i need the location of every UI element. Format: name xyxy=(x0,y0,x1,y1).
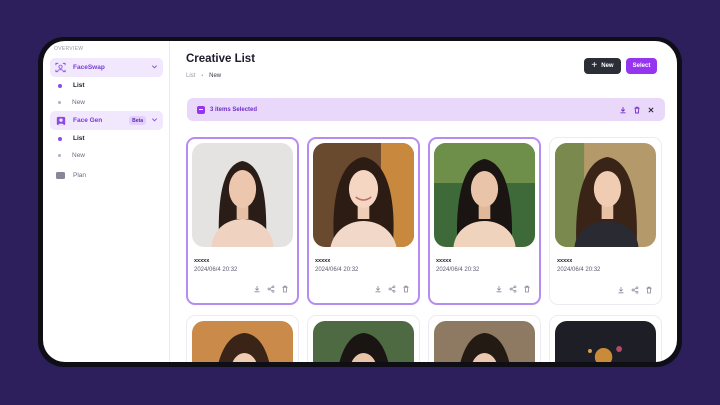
card-actions xyxy=(374,285,410,293)
card-title: xxxxx xyxy=(436,258,452,264)
beta-badge: Beta xyxy=(129,116,146,125)
creative-card[interactable] xyxy=(428,315,541,362)
download-icon[interactable] xyxy=(617,286,625,294)
creative-card[interactable]: xxxxx 2024/06/4 20:32 xyxy=(186,137,299,305)
deselect-checkbox[interactable] xyxy=(197,105,205,114)
main-content: Creative List List • New + New Select 3 … xyxy=(170,41,677,362)
sidebar-group-label: FaceSwap xyxy=(73,64,105,71)
chevron-down-icon[interactable] xyxy=(151,63,158,72)
card-title: xxxxx xyxy=(315,258,331,264)
share-icon[interactable] xyxy=(267,285,275,293)
creative-card[interactable]: xxxxx 2024/06/4 20:32 xyxy=(549,137,662,305)
sidebar-item-facegen-list[interactable]: List xyxy=(43,130,169,147)
sidebar-item-plan[interactable]: Plan xyxy=(43,166,169,184)
trash-icon[interactable] xyxy=(402,285,410,293)
artwork-image xyxy=(555,321,656,362)
sidebar-group-facegen[interactable]: Face Gen Beta xyxy=(50,111,163,130)
selection-bar: 3 items Selected xyxy=(187,98,665,121)
download-icon[interactable] xyxy=(253,285,261,293)
sidebar-item-label: New xyxy=(72,99,86,106)
sidebar: OVERVIEW FaceSwap List New Face Gen Beta… xyxy=(43,41,170,362)
sidebar-item-label: Plan xyxy=(73,171,87,179)
share-icon[interactable] xyxy=(509,285,517,293)
card-title: xxxxx xyxy=(194,258,210,264)
card-date: 2024/06/4 20:32 xyxy=(315,267,359,273)
chevron-down-icon[interactable] xyxy=(151,116,158,125)
active-dot-icon xyxy=(58,136,62,141)
close-icon[interactable] xyxy=(647,106,655,114)
wallet-icon xyxy=(56,171,65,179)
portrait-image xyxy=(313,143,414,247)
active-dot-icon xyxy=(58,83,62,88)
card-actions xyxy=(617,286,653,294)
creative-card[interactable]: xxxxx 2024/06/4 20:32 xyxy=(428,137,541,305)
creative-card[interactable] xyxy=(307,315,420,362)
card-date: 2024/06/4 20:32 xyxy=(557,267,601,273)
portrait-image xyxy=(434,143,535,247)
trash-icon[interactable] xyxy=(523,285,531,293)
portrait-image xyxy=(434,321,535,362)
header-actions: + New Select xyxy=(584,58,657,74)
download-icon[interactable] xyxy=(619,106,627,114)
trash-icon[interactable] xyxy=(281,285,289,293)
plus-icon: + xyxy=(591,60,598,71)
sidebar-item-label: List xyxy=(73,82,85,89)
selection-count: 3 items Selected xyxy=(210,106,258,113)
trash-icon[interactable] xyxy=(645,286,653,294)
new-button-label: New xyxy=(601,63,614,69)
portrait-image xyxy=(192,143,293,247)
card-date: 2024/06/4 20:32 xyxy=(194,267,238,273)
sidebar-item-facegen-new[interactable]: New xyxy=(43,147,169,164)
sidebar-group-faceswap[interactable]: FaceSwap xyxy=(50,58,163,77)
sidebar-group-label: Face Gen xyxy=(73,117,103,124)
select-button-label: Select xyxy=(632,63,651,69)
portrait-icon xyxy=(55,115,66,126)
breadcrumb-item-list[interactable]: List xyxy=(186,73,195,79)
creative-card[interactable]: xxxxx 2024/06/4 20:32 xyxy=(307,137,420,305)
download-icon[interactable] xyxy=(495,285,503,293)
select-button[interactable]: Select xyxy=(626,58,657,74)
share-icon[interactable] xyxy=(388,285,396,293)
card-actions xyxy=(495,285,531,293)
new-button[interactable]: + New xyxy=(584,58,621,74)
share-icon[interactable] xyxy=(631,286,639,294)
breadcrumb-item-current: New xyxy=(209,73,222,79)
download-icon[interactable] xyxy=(374,285,382,293)
card-date: 2024/06/4 20:32 xyxy=(436,267,480,273)
sidebar-item-faceswap-new[interactable]: New xyxy=(43,94,169,111)
card-actions xyxy=(253,285,289,293)
sidebar-item-faceswap-list[interactable]: List xyxy=(43,77,169,94)
selection-actions xyxy=(619,106,655,114)
sidebar-item-label: New xyxy=(72,152,86,159)
creative-card[interactable] xyxy=(186,315,299,362)
trash-icon[interactable] xyxy=(633,106,641,114)
dot-icon xyxy=(58,101,61,104)
creative-card[interactable] xyxy=(549,315,662,362)
sidebar-item-label: List xyxy=(73,135,85,142)
sidebar-section-label: OVERVIEW xyxy=(54,46,84,52)
face-scan-icon xyxy=(55,62,66,73)
card-title: xxxxx xyxy=(557,258,573,264)
breadcrumb-separator-icon: • xyxy=(201,73,204,79)
portrait-image xyxy=(192,321,293,362)
app-screen: OVERVIEW FaceSwap List New Face Gen Beta… xyxy=(43,41,677,362)
dot-icon xyxy=(58,154,61,157)
portrait-image xyxy=(313,321,414,362)
device-frame: OVERVIEW FaceSwap List New Face Gen Beta… xyxy=(38,37,682,367)
portrait-image xyxy=(555,143,656,247)
